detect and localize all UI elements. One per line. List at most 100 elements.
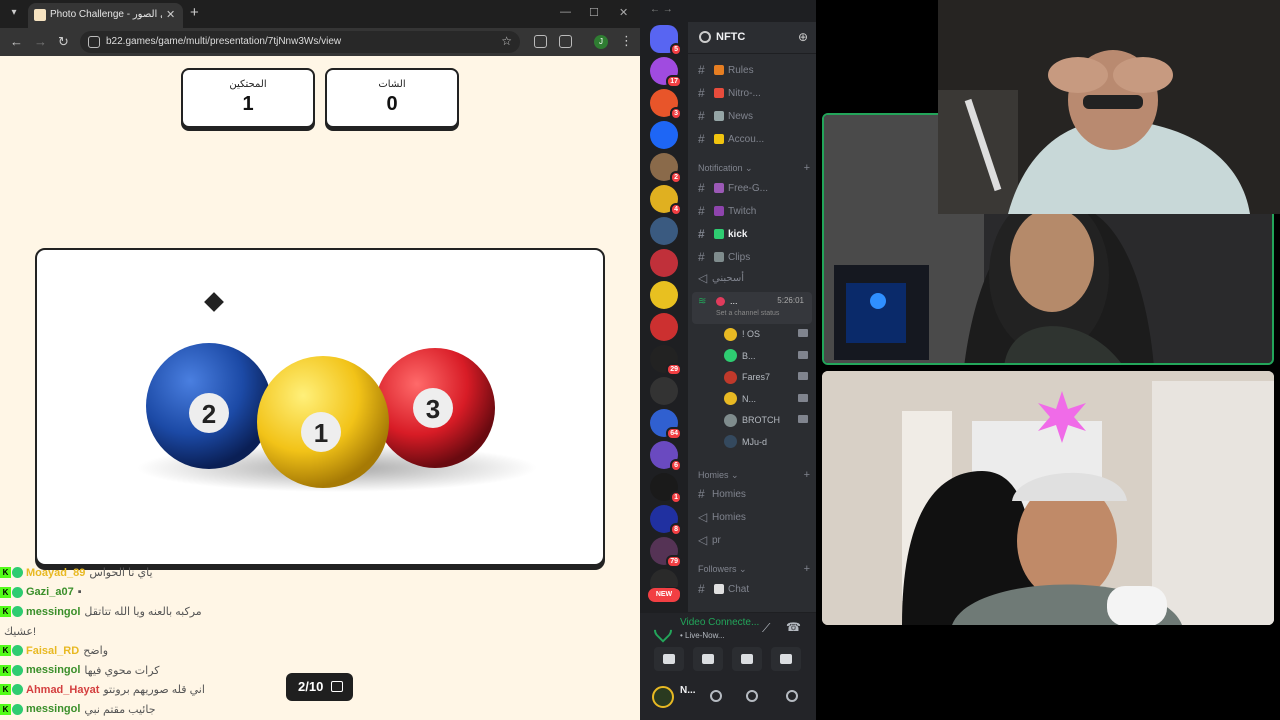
noise-suppression-icon[interactable]: ⟋ bbox=[762, 621, 770, 636]
new-tab-button[interactable]: + bbox=[190, 4, 199, 21]
channel-item[interactable]: # Accou... bbox=[698, 129, 812, 149]
channel-item[interactable]: # Nitro-... bbox=[698, 83, 812, 103]
server-icon[interactable]: 64 bbox=[650, 409, 682, 440]
url-field[interactable]: b22.games/game/multi/presentation/7tjNnw… bbox=[80, 31, 520, 53]
channel-category[interactable]: Followers ⌄ + bbox=[698, 563, 810, 575]
add-channel-icon[interactable]: + bbox=[804, 162, 810, 174]
hash-icon: # bbox=[698, 86, 705, 100]
channel-item[interactable]: # Twitch bbox=[698, 201, 812, 221]
channel-item[interactable]: ◁ Homies bbox=[698, 507, 812, 527]
channel-item[interactable]: ◁ أسحبني bbox=[698, 268, 812, 288]
add-channel-icon[interactable]: + bbox=[804, 469, 810, 481]
voice-user[interactable]: ! OS bbox=[724, 324, 814, 344]
server-icon[interactable] bbox=[650, 249, 678, 277]
server-icon[interactable]: 1 bbox=[650, 473, 682, 504]
server-icon[interactable]: 2 bbox=[650, 153, 682, 184]
new-badge[interactable]: NEW bbox=[648, 588, 680, 602]
score-label: المحتكين bbox=[229, 79, 267, 90]
chat-username: messingol bbox=[26, 664, 81, 677]
server-icon[interactable]: 6 bbox=[650, 441, 682, 472]
voice-user[interactable]: MJu-d bbox=[724, 432, 814, 452]
soundboard-button[interactable] bbox=[771, 647, 801, 671]
microphone-icon[interactable] bbox=[710, 690, 722, 702]
server-icon[interactable] bbox=[650, 217, 678, 245]
server-icon[interactable]: 8 bbox=[650, 505, 682, 536]
channel-category[interactable]: Notification ⌄ + bbox=[698, 162, 810, 174]
server-icon[interactable]: 4 bbox=[650, 185, 682, 216]
user-avatar[interactable] bbox=[652, 686, 674, 708]
channel-item[interactable]: # Clips bbox=[698, 247, 812, 267]
discord-nav-arrows[interactable]: ← → bbox=[640, 0, 816, 22]
favicon-icon bbox=[34, 9, 46, 21]
rtc-title[interactable]: Video Connecte... bbox=[680, 617, 759, 628]
category-name: Followers bbox=[698, 564, 737, 574]
voice-user[interactable]: BROTCH bbox=[724, 410, 814, 430]
chat-badge-icon bbox=[12, 664, 23, 676]
extensions-icon[interactable] bbox=[559, 35, 572, 48]
channel-item[interactable]: # Rules bbox=[698, 60, 812, 80]
streamer-webcam-video bbox=[938, 0, 1280, 214]
channel-emoji-icon bbox=[714, 111, 724, 121]
server-icon[interactable]: 3 bbox=[650, 89, 682, 120]
active-voice-channel[interactable]: ≋ ... 5:26:01 Set a channel status bbox=[692, 292, 812, 324]
screen-share-button[interactable] bbox=[693, 647, 723, 671]
server-icon[interactable]: 17 bbox=[650, 57, 682, 88]
category-name: Notification bbox=[698, 163, 743, 173]
browser-menu-icon[interactable]: ⋮ bbox=[620, 33, 633, 49]
server-icon[interactable]: 5 bbox=[650, 25, 682, 56]
server-icon[interactable] bbox=[650, 377, 678, 405]
profile-avatar[interactable]: J bbox=[594, 35, 608, 49]
channel-category[interactable]: Homies ⌄ + bbox=[698, 469, 810, 481]
user-name: N... bbox=[680, 685, 696, 696]
chat-text: واضح bbox=[83, 645, 109, 658]
channel-name: pr bbox=[712, 534, 721, 546]
bookmark-star-icon[interactable]: ☆ bbox=[501, 34, 512, 48]
camera-icon bbox=[798, 350, 808, 359]
browser-tab[interactable]: Photo Challenge - تحدي الصور ✕ bbox=[28, 3, 183, 28]
add-channel-icon[interactable]: + bbox=[804, 563, 810, 575]
activities-button[interactable] bbox=[732, 647, 762, 671]
settings-gear-icon[interactable] bbox=[786, 690, 798, 702]
voice-user[interactable]: N... bbox=[724, 389, 814, 409]
channel-item[interactable]: # Homies bbox=[698, 484, 812, 504]
camera-icon bbox=[798, 415, 808, 423]
camera-button[interactable] bbox=[654, 647, 684, 671]
voice-user[interactable]: Fares7 bbox=[724, 367, 814, 387]
server-icon[interactable] bbox=[650, 313, 678, 341]
cast-icon[interactable] bbox=[534, 35, 547, 48]
tab-bar: ▾ Photo Challenge - تحدي الصور ✕ + — ☐ ✕ bbox=[0, 0, 640, 28]
server-icon[interactable] bbox=[650, 121, 678, 149]
channel-item[interactable]: # News bbox=[698, 106, 812, 126]
server-icon bbox=[699, 31, 711, 43]
mention-badge: 6 bbox=[670, 459, 682, 472]
disconnect-icon[interactable]: ☎ bbox=[786, 620, 801, 634]
server-icon[interactable]: 29 bbox=[650, 345, 682, 376]
server-header[interactable]: NFTC ⊕ bbox=[688, 22, 816, 54]
forward-icon[interactable]: → bbox=[34, 34, 47, 49]
minimize-icon[interactable]: — bbox=[560, 6, 571, 18]
kick-badge-icon: K bbox=[0, 703, 11, 715]
channel-item[interactable]: # kick bbox=[698, 224, 812, 244]
voice-channel-name: ... bbox=[730, 296, 738, 306]
headphones-icon[interactable] bbox=[746, 690, 758, 702]
tab-search-icon[interactable]: ▾ bbox=[6, 5, 22, 21]
server-icon[interactable] bbox=[650, 281, 678, 309]
channel-item[interactable]: ◁ pr bbox=[698, 530, 812, 550]
channel-item[interactable]: # Free-G... bbox=[698, 178, 812, 198]
server-icon[interactable]: 79 bbox=[650, 537, 682, 568]
back-icon[interactable]: ← bbox=[10, 34, 23, 49]
hash-icon: # bbox=[698, 227, 705, 241]
video-tile-participant-2[interactable] bbox=[822, 371, 1274, 625]
user-panel: N... bbox=[640, 680, 816, 720]
tab-close-icon[interactable]: ✕ bbox=[166, 8, 175, 21]
site-info-icon[interactable] bbox=[88, 36, 100, 48]
voice-user[interactable]: B... bbox=[724, 346, 814, 366]
reload-icon[interactable]: ↻ bbox=[58, 34, 69, 50]
close-window-icon[interactable]: ✕ bbox=[619, 6, 628, 19]
user-avatar bbox=[724, 349, 737, 362]
channel-name: أسحبني bbox=[712, 272, 744, 284]
channel-item[interactable]: # Chat bbox=[698, 579, 812, 599]
add-member-icon[interactable]: ⊕ bbox=[798, 30, 808, 44]
channel-status[interactable]: Set a channel status bbox=[716, 310, 779, 317]
maximize-icon[interactable]: ☐ bbox=[589, 6, 599, 19]
